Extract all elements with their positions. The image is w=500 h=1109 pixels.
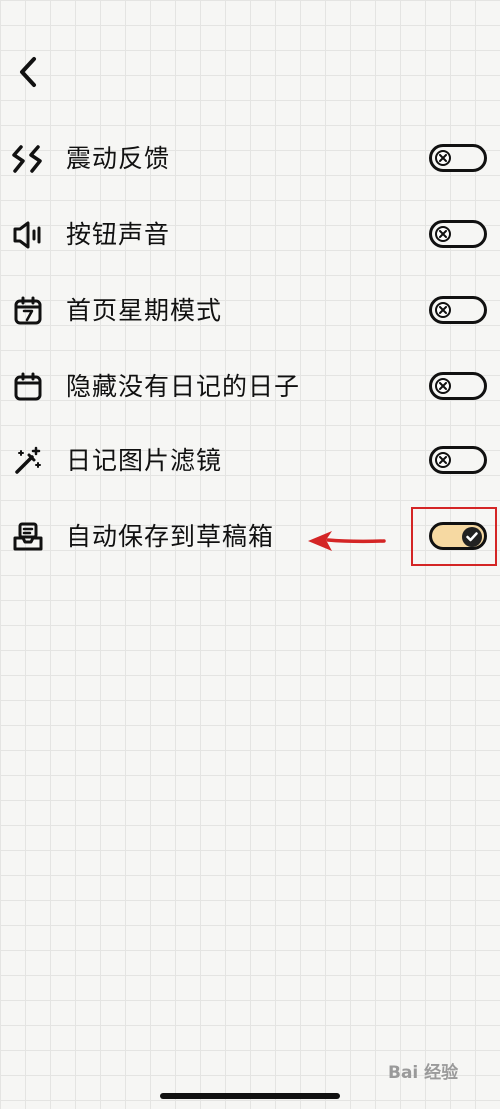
settings-row-label: 隐藏没有日记的日子 [66, 372, 301, 401]
back-button[interactable] [8, 50, 48, 94]
toggle-off-icon [435, 378, 451, 394]
toggle-off-icon [435, 452, 451, 468]
settings-row-hide-empty-days: 隐藏没有日记的日子 [0, 357, 500, 417]
vibration-icon [10, 141, 46, 177]
toggle-off-icon [435, 150, 451, 166]
settings-row-label: 首页星期模式 [66, 296, 223, 325]
settings-row-image-filter: 日记图片滤镜 [0, 431, 500, 491]
watermark: Bai 经验 [388, 1063, 459, 1083]
week-mode-toggle[interactable] [429, 296, 487, 324]
hide-empty-days-toggle[interactable] [429, 372, 487, 400]
settings-row-label: 按钮声音 [66, 220, 171, 249]
settings-row-label: 震动反馈 [66, 144, 171, 173]
calendar-icon [10, 369, 46, 405]
toggle-off-icon [435, 226, 451, 242]
calendar-week-icon [10, 293, 46, 329]
home-indicator[interactable] [160, 1093, 340, 1099]
settings-row-button-sound: 按钮声音 [0, 205, 500, 265]
button-sound-toggle[interactable] [429, 220, 487, 248]
magic-wand-icon [10, 443, 46, 479]
vibration-toggle[interactable] [429, 144, 487, 172]
settings-row-week-mode: 首页星期模式 [0, 281, 500, 341]
settings-row-vibration: 震动反馈 [0, 129, 500, 189]
settings-row-label: 日记图片滤镜 [66, 446, 223, 475]
red-arrow-icon [308, 531, 386, 551]
speaker-icon [10, 217, 46, 253]
settings-row-label: 自动保存到草稿箱 [66, 522, 275, 551]
drafts-box-icon [10, 519, 46, 555]
image-filter-toggle[interactable] [429, 446, 487, 474]
toggle-off-icon [435, 302, 451, 318]
highlight-box [411, 507, 497, 566]
chevron-left-icon [20, 57, 36, 87]
